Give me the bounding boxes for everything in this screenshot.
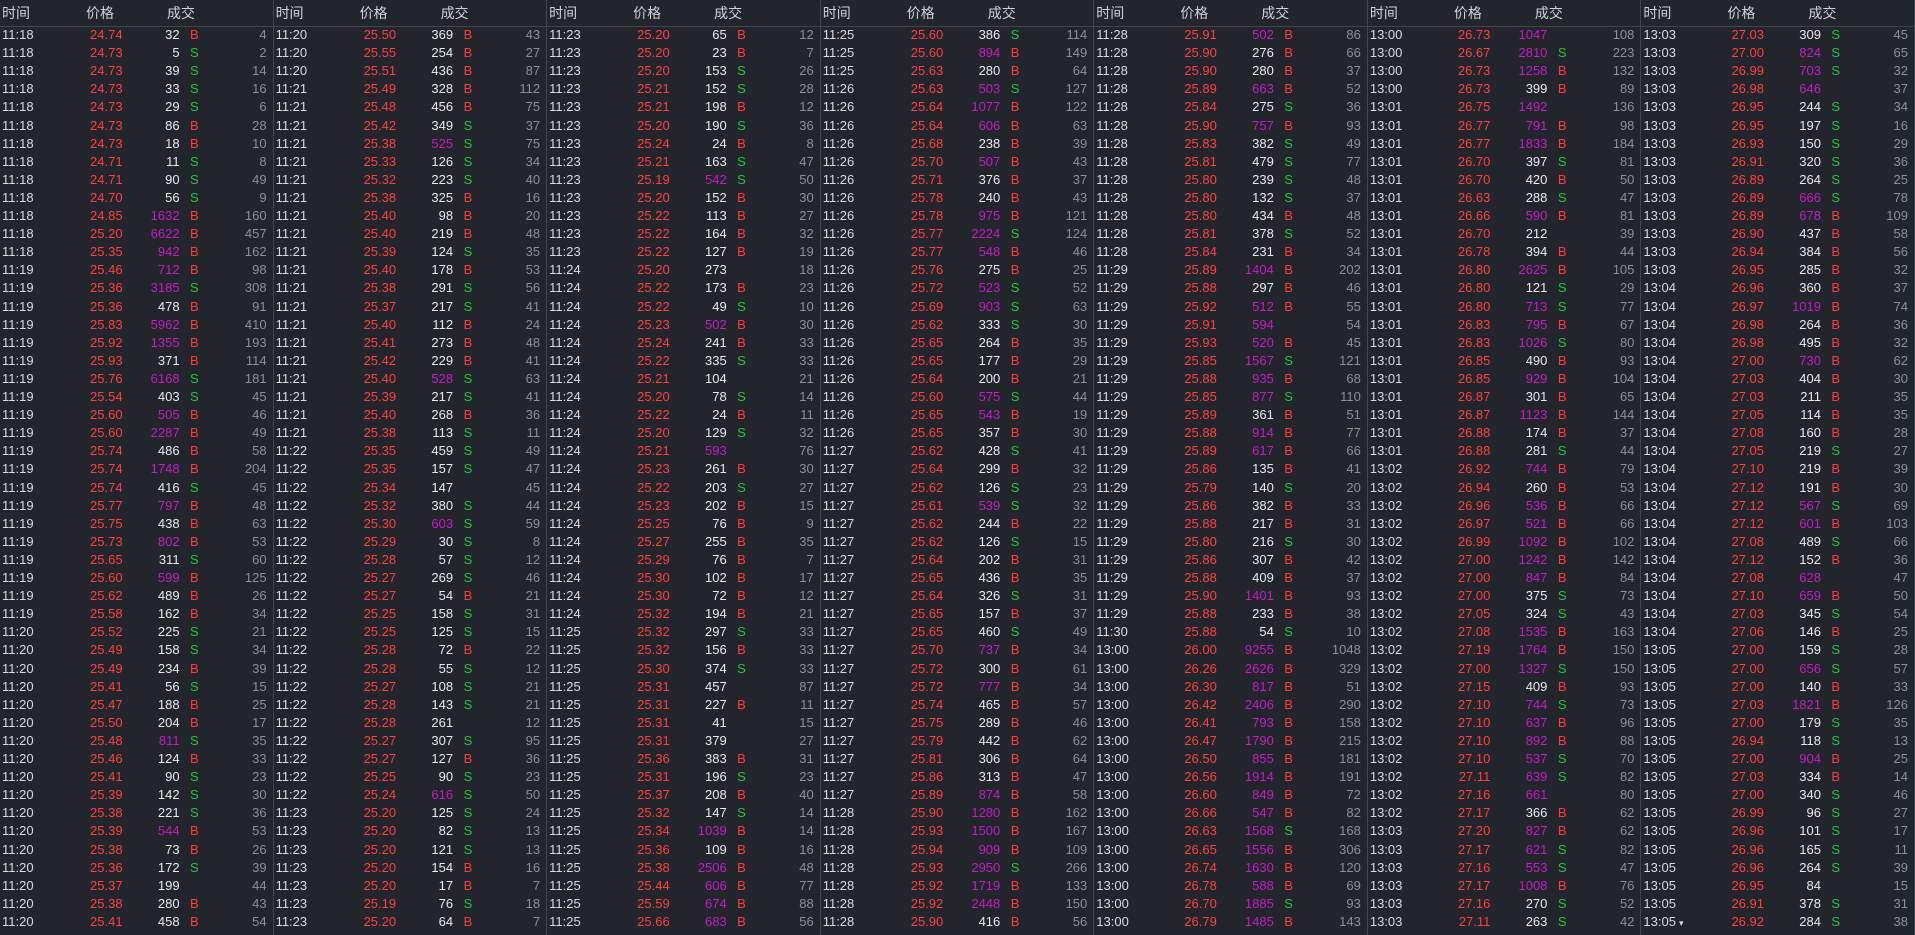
panel-header: 时间 价格 成交: [1094, 0, 1367, 27]
buy-flag: B: [737, 913, 746, 929]
trade-volume: 416: [978, 913, 1001, 929]
header-volume: 成交: [167, 5, 195, 21]
trade-panel: 时间 价格 成交 11:28 25.91 502 B 86 11:28 25.90 276 B 66 11…: [1094, 0, 1368, 935]
header-price: 价格: [1180, 5, 1209, 21]
trade-volume: 458: [157, 913, 180, 929]
header-volume: 成交: [1808, 5, 1837, 21]
header-time: 时间: [549, 5, 578, 21]
panel-header: 时间 价格 成交: [273, 0, 547, 27]
buy-flag: B: [1284, 913, 1293, 929]
trade-panel: 时间 价格 成交 11:25 25.60 386 S 114 11:25 25.60 894 B 149…: [820, 0, 1095, 935]
header-volume: 成交: [714, 5, 743, 21]
trade-time: 11:20: [2, 913, 34, 929]
trade-price: 26.92: [1731, 913, 1764, 929]
header-volume: 成交: [1261, 5, 1290, 21]
trade-count: 143: [1339, 913, 1361, 929]
trade-row[interactable]: 11:23 25.20 64 B 7: [274, 911, 547, 933]
header-volume: 成交: [987, 5, 1016, 21]
tick-trade-board: 时间 价格 成交 11:18 24.74 32 B 4 11:18 24.73 5 S 2 11:18 24…: [0, 0, 1915, 935]
sell-flag: S: [1557, 913, 1567, 929]
trade-time: 11:25: [549, 913, 581, 929]
trade-time: 13:05: [1643, 913, 1676, 929]
trade-time: 11:23: [275, 913, 308, 929]
sell-flag: S: [1831, 913, 1841, 929]
trade-count: 56: [1072, 913, 1088, 929]
trade-count: 54: [252, 913, 267, 929]
header-price: 价格: [359, 5, 388, 21]
trade-panel: 时间 价格 成交 13:00 26.73 1047 108 13:00 26.67 2810 S 22…: [1367, 0, 1642, 935]
buy-flag: B: [1010, 913, 1020, 929]
header-price: 价格: [1453, 5, 1482, 21]
trade-row[interactable]: 11:20 25.41 458 B 54: [0, 911, 273, 933]
trade-count: 42: [1619, 913, 1635, 929]
trade-panel: 时间 价格 成交 11:23 25.20 65 B 12 11:23 25.20 23 B 7 11:23…: [547, 0, 821, 935]
trade-time-cell: 13:05 ▾: [1643, 911, 1683, 934]
trade-volume: 683: [705, 913, 727, 929]
trade-panel: 时间 价格 成交 11:20 25.50 369 B 43 11:20 25.55 254 B 27 11…: [273, 0, 548, 935]
panel-header: 时间 价格 成交: [547, 0, 820, 27]
header-time: 时间: [1096, 5, 1125, 21]
header-price: 价格: [633, 5, 662, 21]
trade-row[interactable]: 13:00 26.79 1485 B 143: [1094, 911, 1367, 933]
trade-price: 25.41: [90, 913, 123, 929]
trade-time: 13:03: [1369, 913, 1403, 929]
header-volume: 成交: [440, 5, 469, 21]
panel-header: 时间 价格 成交: [1641, 0, 1914, 27]
trade-row[interactable]: 11:25 25.66 683 B 56: [547, 911, 820, 933]
panel-header: 时间 价格 成交: [1367, 0, 1641, 27]
trade-row[interactable]: 11:28 25.90 416 B 56: [821, 911, 1094, 933]
trade-row[interactable]: 13:03 27.11 263 S 42: [1368, 911, 1641, 933]
header-time: 时间: [275, 5, 304, 21]
trade-price: 25.20: [363, 913, 397, 929]
header-time: 时间: [1369, 5, 1398, 21]
header-time: 时间: [1643, 5, 1672, 21]
trade-count: 7: [532, 913, 541, 929]
header-volume: 成交: [1534, 5, 1563, 21]
header-time: 时间: [2, 5, 30, 21]
trade-volume: 284: [1799, 913, 1821, 929]
trade-price: 25.90: [910, 913, 944, 929]
trade-panel: 时间 价格 成交 11:18 24.74 32 B 4 11:18 24.73 5 S 2 11:18 24…: [0, 0, 274, 935]
buy-flag: B: [190, 913, 199, 929]
dropdown-caret-icon[interactable]: ▾: [1679, 918, 1684, 928]
header-time: 时间: [822, 5, 851, 21]
trade-volume: 64: [438, 913, 454, 929]
trade-row[interactable]: 13:05 ▾ 26.92 284 S 38: [1641, 911, 1914, 933]
trade-volume: 263: [1525, 913, 1548, 929]
trade-count: 38: [1893, 913, 1908, 929]
trade-count: 56: [799, 913, 814, 929]
trade-panel: 时间 价格 成交 13:03 27.03 309 S 45 13:03 27.00 824 S 65 13…: [1641, 0, 1915, 935]
trade-time: 11:28: [822, 913, 855, 929]
trade-price: 26.79: [1184, 913, 1217, 929]
panel-header: 时间 价格 成交: [820, 0, 1094, 27]
trade-volume: 1485: [1244, 913, 1274, 929]
trade-time: 13:00: [1096, 913, 1129, 929]
header-price: 价格: [86, 5, 114, 21]
header-price: 价格: [1727, 5, 1756, 21]
panel-header: 时间 价格 成交: [0, 0, 273, 27]
header-price: 价格: [906, 5, 935, 21]
trade-price: 27.11: [1458, 913, 1491, 929]
trade-price: 25.66: [637, 913, 670, 929]
buy-flag: B: [463, 913, 473, 929]
